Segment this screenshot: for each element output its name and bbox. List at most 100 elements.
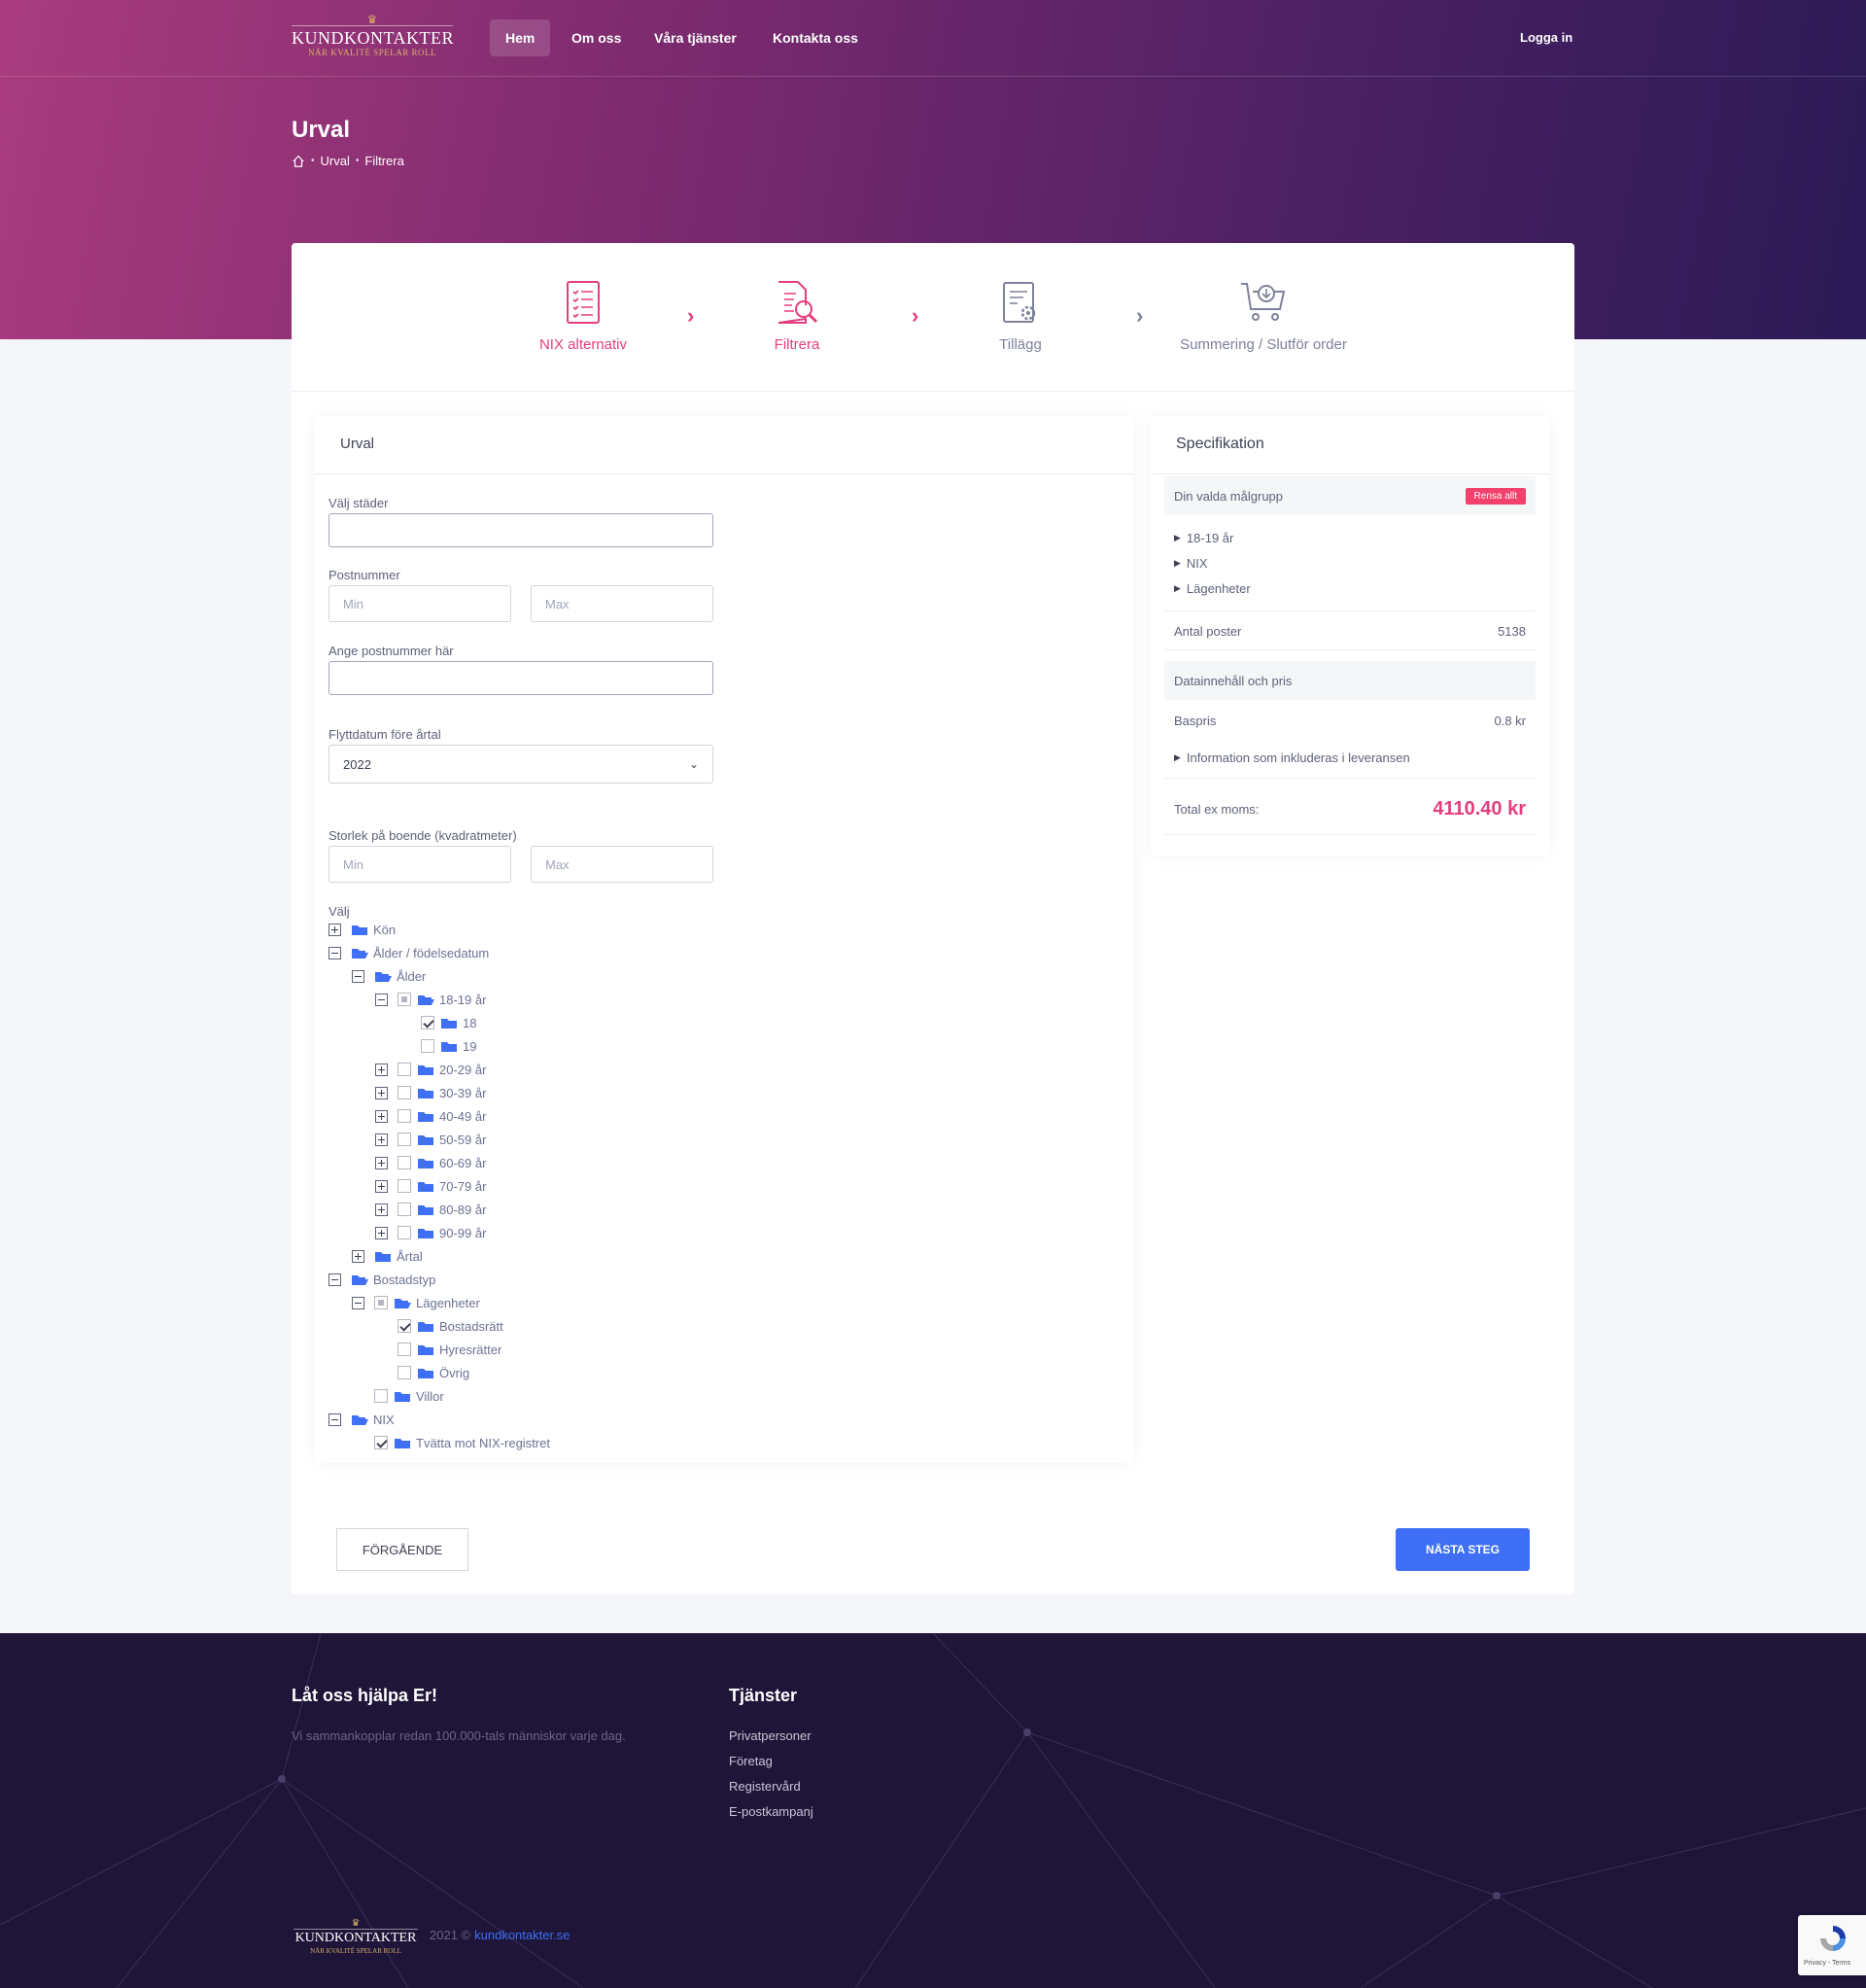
tree-node[interactable]: NIX [328, 1412, 395, 1427]
expand-icon[interactable] [375, 1226, 388, 1239]
selected-item[interactable]: ▶ NIX [1164, 554, 1536, 572]
tree-node[interactable]: Årtal [352, 1248, 423, 1264]
tree-node[interactable]: 20-29 år [375, 1062, 486, 1077]
tree-checkbox[interactable] [397, 1086, 411, 1099]
clear-all-button[interactable]: Rensa allt [1465, 487, 1526, 505]
tree-node[interactable]: 60-69 år [375, 1155, 486, 1170]
tree-node[interactable]: 90-99 år [375, 1225, 486, 1240]
cities-input[interactable] [328, 513, 713, 547]
tree-checkbox[interactable] [397, 1226, 411, 1239]
tree-node-label[interactable]: Bostadstyp [373, 1273, 435, 1287]
tree-node[interactable]: 30-39 år [375, 1085, 486, 1100]
tree-node[interactable]: 50-59 år [375, 1132, 486, 1147]
tree-node-label[interactable]: 60-69 år [439, 1156, 486, 1170]
step-filtrera[interactable]: Filtrera [748, 280, 846, 353]
tree-node-label[interactable]: 20-29 år [439, 1063, 486, 1077]
recaptcha-badge[interactable]: Privacy - Terms [1798, 1915, 1866, 1975]
tree-node[interactable]: 40-49 år [375, 1108, 486, 1124]
tree-node-label[interactable]: Övrig [439, 1366, 469, 1380]
size-min-input[interactable]: Min [328, 846, 511, 883]
delivery-info-toggle[interactable]: ▶ Information som inkluderas i leveransen [1164, 739, 1536, 776]
tree-node-label[interactable]: Årtal [397, 1249, 423, 1264]
postal-max-input[interactable]: Max [531, 585, 713, 622]
expand-icon[interactable] [375, 1156, 388, 1169]
tree-node[interactable]: Kön [328, 922, 396, 937]
step-nix[interactable]: NIX alternativ [535, 280, 632, 353]
expand-icon[interactable] [375, 1086, 388, 1099]
tree-checkbox[interactable] [374, 1436, 388, 1449]
tree-node-label[interactable]: Lägenheter [416, 1296, 480, 1310]
tree-node[interactable]: Ålder [352, 968, 426, 984]
postal-min-input[interactable]: Min [328, 585, 511, 622]
expand-icon[interactable] [375, 1203, 388, 1216]
collapse-icon[interactable] [328, 946, 341, 959]
tree-checkbox[interactable] [397, 1109, 411, 1123]
tree-node[interactable]: Bostadsrätt [375, 1318, 503, 1334]
footer-logo[interactable]: ♛ KUNDKONTAKTER NÄR KVALITÉ SPELAR ROLL [294, 1919, 418, 1955]
tree-node[interactable]: Bostadstyp [328, 1272, 435, 1287]
tree-node[interactable]: 19 [398, 1038, 476, 1054]
tree-node-label[interactable]: Hyresrätter [439, 1343, 501, 1357]
collapse-icon[interactable] [328, 1413, 341, 1426]
expand-icon[interactable] [375, 1133, 388, 1146]
previous-button[interactable]: FÖRGÅENDE [336, 1528, 468, 1571]
breadcrumb-item[interactable]: Urval [321, 154, 350, 168]
tree-node-label[interactable]: Ålder / födelsedatum [373, 946, 489, 960]
tree-node[interactable]: Lägenheter [352, 1295, 480, 1310]
tree-node[interactable]: 18-19 år [375, 992, 486, 1007]
footer-link[interactable]: Privatpersoner [729, 1728, 812, 1743]
footer-link[interactable]: E-postkampanj [729, 1804, 813, 1819]
tree-checkbox[interactable] [397, 1366, 411, 1379]
collapse-icon[interactable] [375, 993, 388, 1006]
footer-link[interactable]: Företag [729, 1754, 773, 1768]
nav-link-om-oss[interactable]: Om oss [556, 19, 637, 56]
tree-node[interactable]: 80-89 år [375, 1202, 486, 1217]
login-link[interactable]: Logga in [1504, 19, 1588, 56]
tree-checkbox[interactable] [374, 1389, 388, 1403]
step-tillagg[interactable]: Tillägg [972, 280, 1069, 353]
tree-checkbox[interactable] [397, 1133, 411, 1146]
tree-node-label[interactable]: 70-79 år [439, 1179, 486, 1194]
tree-node[interactable]: Övrig [375, 1365, 469, 1380]
tree-node[interactable]: Ålder / födelsedatum [328, 945, 489, 960]
expand-icon[interactable] [375, 1109, 388, 1123]
tree-node-label[interactable]: Ålder [397, 969, 426, 984]
collapse-icon[interactable] [352, 969, 364, 983]
tree-checkbox[interactable] [374, 1296, 388, 1309]
tree-node-label[interactable]: Bostadsrätt [439, 1319, 503, 1334]
home-icon[interactable] [292, 155, 305, 168]
tree-node-label[interactable]: 18 [463, 1016, 476, 1030]
tree-node-label[interactable]: Tvätta mot NIX-registret [416, 1436, 550, 1450]
expand-icon[interactable] [375, 1179, 388, 1193]
tree-node[interactable]: 70-79 år [375, 1178, 486, 1194]
collapse-icon[interactable] [352, 1296, 364, 1309]
move-year-select[interactable]: 2022 ⌄ [328, 745, 713, 784]
tree-checkbox[interactable] [397, 1063, 411, 1076]
tree-checkbox[interactable] [397, 1319, 411, 1333]
tree-checkbox[interactable] [397, 1203, 411, 1216]
nav-link-tjanster[interactable]: Våra tjänster [639, 19, 752, 56]
tree-checkbox[interactable] [397, 1156, 411, 1169]
selected-item[interactable]: ▶ Lägenheter [1164, 579, 1536, 597]
footer-link[interactable]: Registervård [729, 1779, 801, 1794]
tree-node-label[interactable]: NIX [373, 1413, 395, 1427]
tree-checkbox[interactable] [397, 1179, 411, 1193]
logo[interactable]: ♛ KUNDKONTAKTER NÄR KVALITÉ SPELAR ROLL [292, 14, 454, 66]
tree-node-label[interactable]: 50-59 år [439, 1133, 486, 1147]
tree-node-label[interactable]: 30-39 år [439, 1086, 486, 1100]
tree-node[interactable]: Tvätta mot NIX-registret [352, 1435, 550, 1450]
tree-checkbox[interactable] [421, 1039, 434, 1053]
tree-node[interactable]: Hyresrätter [375, 1342, 501, 1357]
tree-checkbox[interactable] [421, 1016, 434, 1029]
tree-node-label[interactable]: 80-89 år [439, 1203, 486, 1217]
size-max-input[interactable]: Max [531, 846, 713, 883]
tree-node-label[interactable]: Kön [373, 923, 396, 937]
tree-node[interactable]: Villor [352, 1388, 444, 1404]
next-step-button[interactable]: NÄSTA STEG [1396, 1528, 1530, 1571]
step-summering[interactable]: Summering / Slutför order [1166, 280, 1361, 353]
tree-node-label[interactable]: Villor [416, 1389, 444, 1404]
tree-node[interactable]: 18 [398, 1015, 476, 1030]
collapse-icon[interactable] [328, 1273, 341, 1286]
selected-item[interactable]: ▶ 18-19 år [1164, 529, 1536, 546]
tree-checkbox[interactable] [397, 993, 411, 1006]
